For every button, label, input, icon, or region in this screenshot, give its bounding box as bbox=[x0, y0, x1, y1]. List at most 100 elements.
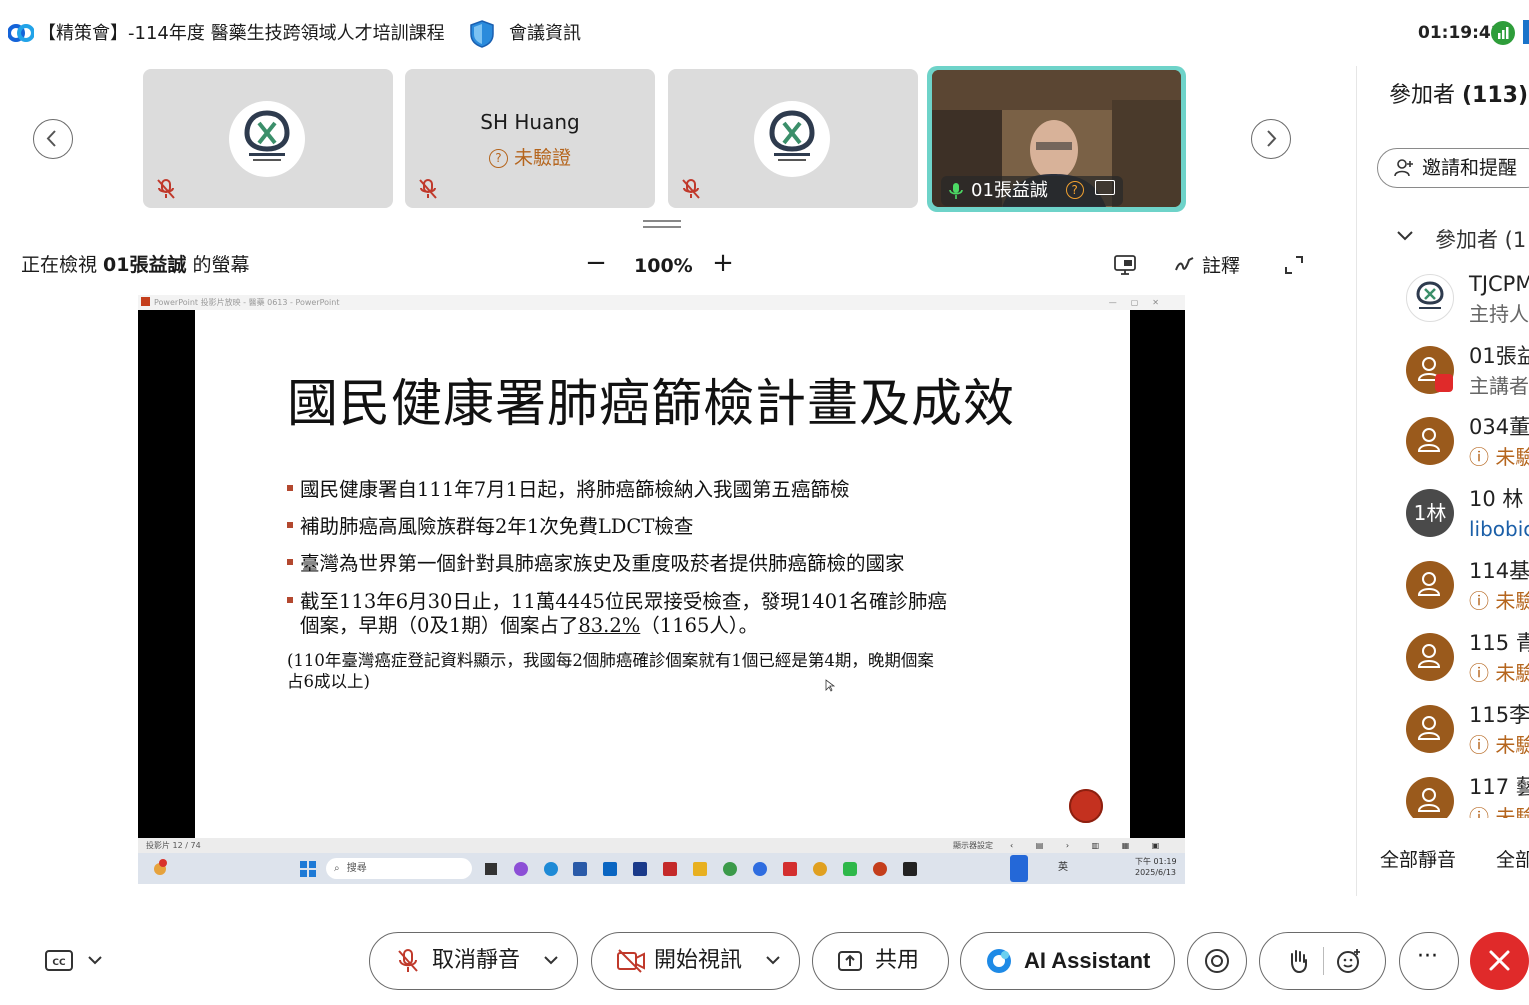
shield-icon[interactable] bbox=[468, 19, 496, 49]
powerpoint-title-bar: PowerPoint 投影片放映 - 醫藥 0613 - PowerPoint … bbox=[138, 295, 1185, 310]
participant-item[interactable]: 034董 ⓘ 未驗 bbox=[1406, 413, 1529, 477]
person-avatar-icon bbox=[1406, 777, 1454, 818]
add-person-icon bbox=[1394, 159, 1413, 177]
bullet-text: 臺灣為世界第一個針對具肺癌家族史及重度吸菸者提供肺癌篩檢的國家 bbox=[300, 552, 905, 575]
closed-captions-icon[interactable]: CC bbox=[44, 948, 74, 974]
slide-bullet: 國民健康署自111年7月1日起，將肺癌篩檢納入我國第五癌篩檢 bbox=[287, 477, 850, 502]
video-tile[interactable] bbox=[143, 69, 393, 208]
status-label: 未驗 bbox=[1495, 733, 1529, 757]
meeting-info-link[interactable]: 會議資訊 bbox=[509, 22, 581, 46]
screen-options-icon[interactable] bbox=[1113, 254, 1137, 276]
taskbar-app-icons bbox=[485, 862, 917, 876]
organization-logo-icon bbox=[229, 101, 305, 177]
zoom-out-button[interactable]: − bbox=[585, 250, 607, 276]
video-tile[interactable] bbox=[668, 69, 918, 208]
reactions-group[interactable] bbox=[1259, 932, 1386, 990]
invite-and-remind-button[interactable]: 邀請和提醒 bbox=[1377, 148, 1529, 188]
microphone-in-use-icon bbox=[1010, 855, 1028, 882]
viewing-suffix: 的螢幕 bbox=[186, 254, 250, 276]
chevron-down-icon[interactable] bbox=[87, 954, 103, 966]
emoji-reaction-icon[interactable] bbox=[1336, 948, 1362, 974]
viewing-screen-label: 正在檢視 01張益誠 的螢幕 bbox=[21, 253, 250, 277]
panel-title-label: 參加者 bbox=[1389, 83, 1462, 108]
search-placeholder: 搜尋 bbox=[346, 863, 367, 874]
bullet-text: 國民健康署自111年7月1日起，將肺癌篩檢納入我國第五癌篩檢 bbox=[300, 478, 850, 501]
participant-name: 117 藝 bbox=[1469, 775, 1529, 799]
notification-badge-icon bbox=[152, 858, 168, 876]
video-tile[interactable]: SH Huang ? 未驗證 bbox=[405, 69, 655, 208]
slide-bullet: 臺灣為世界第一個針對具肺癌家族史及重度吸菸者提供肺癌篩檢的國家 bbox=[287, 551, 905, 576]
invite-label: 邀請和提醒 bbox=[1422, 157, 1518, 179]
question-circle-icon: ? bbox=[488, 149, 508, 168]
sharing-badge-icon bbox=[1435, 374, 1453, 392]
participant-item[interactable]: 117 藝 ⓘ 未驗 bbox=[1406, 773, 1529, 818]
slide-note: (110年臺灣癌症登記資料顯示，我國每2個肺癌確診個案就有1個已經是第4期，晚期… bbox=[287, 651, 934, 670]
raise-hand-icon[interactable] bbox=[1285, 948, 1311, 974]
network-signal-icon[interactable] bbox=[1491, 21, 1515, 45]
video-off-icon bbox=[617, 949, 645, 973]
status-label: 未驗證 bbox=[514, 147, 572, 169]
chevron-down-icon[interactable] bbox=[544, 953, 558, 967]
participant-name: TJCPM bbox=[1469, 272, 1529, 296]
participant-item[interactable]: 01張益 主講者 bbox=[1406, 342, 1529, 406]
next-page-button[interactable] bbox=[1251, 119, 1291, 159]
presenter-record-icon bbox=[1069, 789, 1103, 823]
chevron-left-icon bbox=[46, 130, 56, 147]
powerpoint-status-bar: 投影片 12 / 74 顯示器設定 ‹ ▤ › ▥ ▦ ▣ ⊟ bbox=[138, 838, 1185, 865]
bullet-marker bbox=[287, 521, 293, 528]
ai-assistant-button[interactable]: AI Assistant bbox=[960, 932, 1175, 990]
share-screen-icon bbox=[838, 951, 862, 971]
highlighted-percentage: 83.2% bbox=[578, 614, 641, 637]
bullet-marker bbox=[287, 484, 293, 491]
annotate-button[interactable]: 註釋 bbox=[1174, 253, 1240, 279]
taskbar-search: ⌕ 搜尋 bbox=[326, 858, 472, 879]
person-avatar-icon bbox=[1406, 561, 1454, 609]
participant-item[interactable]: TJCPM 主持人 bbox=[1406, 270, 1529, 334]
start-video-label: 開始視訊 bbox=[654, 948, 743, 973]
windows-taskbar: ⌕ 搜尋 英 下午 01:19 2025/6/13 bbox=[138, 853, 1185, 884]
participant-name: 034董 bbox=[1469, 415, 1529, 439]
mute-all-button[interactable]: 全部靜音 bbox=[1380, 848, 1456, 872]
chevron-right-icon bbox=[1267, 130, 1277, 147]
unmute-all-button[interactable]: 全部 bbox=[1496, 848, 1529, 872]
leave-meeting-button[interactable] bbox=[1470, 932, 1529, 990]
resize-handle[interactable] bbox=[643, 219, 681, 229]
chevron-down-icon[interactable] bbox=[766, 953, 780, 967]
meeting-title: 【精策會】-114年度 醫藥生技跨領域人才培訓課程 bbox=[38, 23, 445, 44]
ai-assistant-icon bbox=[987, 949, 1011, 973]
zoom-in-button[interactable]: + bbox=[711, 250, 735, 276]
participant-status: ⓘ 未驗 bbox=[1469, 803, 1529, 818]
question-circle-icon: ? bbox=[1065, 181, 1084, 199]
participant-item[interactable]: 1林 10 林 libobic bbox=[1406, 485, 1529, 549]
unmute-button[interactable]: 取消靜音 bbox=[369, 932, 578, 990]
participant-list-clip: 117 藝 ⓘ 未驗 bbox=[1357, 773, 1529, 818]
participant-name: 114基 bbox=[1469, 559, 1529, 583]
microphone-muted-icon bbox=[157, 179, 175, 199]
more-dots-icon: ··· bbox=[1417, 944, 1438, 969]
slide-note: 占6成以上) bbox=[287, 672, 370, 691]
fullscreen-icon[interactable] bbox=[1284, 255, 1304, 275]
participant-status: ⓘ 未驗 bbox=[1469, 443, 1529, 471]
close-icon bbox=[1489, 950, 1510, 971]
status-label: 未驗 bbox=[1495, 589, 1529, 613]
screen-share-icon bbox=[1095, 180, 1116, 195]
target-circle-icon bbox=[1205, 949, 1229, 973]
participant-item[interactable]: 115 青 ⓘ 未驗 bbox=[1406, 629, 1529, 693]
participant-item[interactable]: 115李 ⓘ 未驗 bbox=[1406, 701, 1529, 765]
meeting-timer: 01:19:43 bbox=[1418, 23, 1503, 43]
webex-logo-icon bbox=[8, 24, 34, 42]
bullet-text: 個案，早期（0及1期）個案占了 bbox=[300, 614, 579, 637]
start-video-button[interactable]: 開始視訊 bbox=[591, 932, 800, 990]
previous-page-button[interactable] bbox=[33, 119, 73, 159]
presenter-name: 01張益誠 bbox=[103, 254, 187, 276]
share-button[interactable]: 共用 bbox=[812, 932, 949, 990]
breakout-button[interactable] bbox=[1187, 932, 1247, 990]
chevron-down-icon[interactable] bbox=[1396, 226, 1414, 244]
slide-counter: 投影片 12 / 74 bbox=[146, 841, 201, 850]
participants-section-header[interactable]: 參加者 (1 bbox=[1435, 226, 1526, 254]
participant-name: 115李 bbox=[1469, 703, 1529, 727]
slide-bullet: 截至113年6月30日止，11萬4445位民眾接受檢查，發現1401名確診肺癌 bbox=[287, 589, 947, 614]
microphone-active-icon bbox=[949, 183, 963, 199]
more-options-button[interactable]: ··· bbox=[1399, 932, 1459, 990]
participant-item[interactable]: 114基 ⓘ 未驗 bbox=[1406, 557, 1529, 621]
